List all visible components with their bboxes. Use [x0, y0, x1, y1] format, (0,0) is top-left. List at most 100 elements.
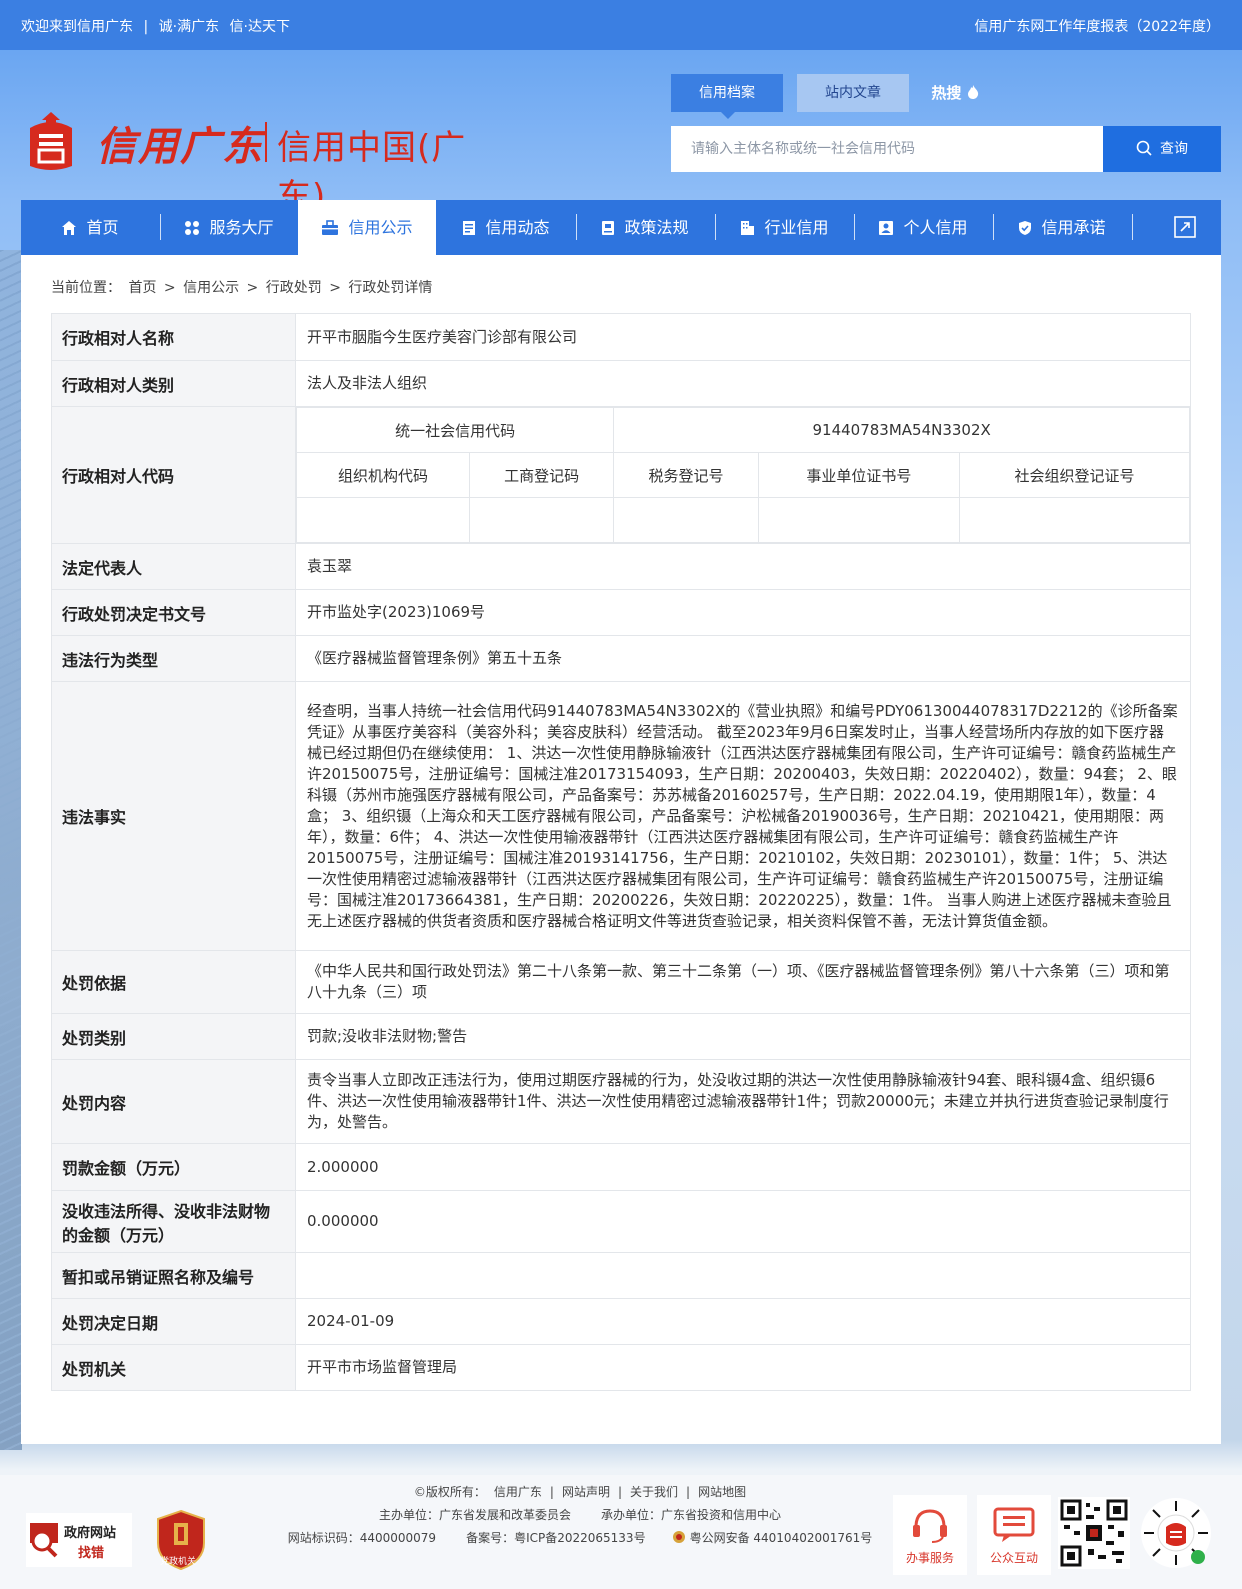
annual-report-link[interactable]: 信用广东网工作年度报表（2022年度） — [974, 16, 1220, 36]
table-row: 行政处罚决定书文号 开市监处字(2023)1069号 — [51, 589, 1191, 636]
breadcrumb-sep: > — [163, 280, 176, 296]
nav-label: 行业信用 — [764, 218, 829, 237]
qr-code-icon — [1058, 1497, 1130, 1569]
content-panel: 当前位置： 首页 > 信用公示 > 行政处罚 > 行政处罚详情 行政相对人名称 … — [21, 255, 1221, 1444]
nav-item-service-hall[interactable]: 服务大厅 — [160, 200, 298, 255]
codes-table: 统一社会信用代码 91440783MA54N3302X 组织机构代码 工商登记码… — [295, 407, 1190, 543]
chat-icon — [993, 1507, 1035, 1542]
slogan-2: 信·达天下 — [229, 19, 290, 35]
nav-item-credit-commitment[interactable]: 信用承诺 — [993, 200, 1131, 255]
tab-credit-archive[interactable]: 信用档案 — [671, 74, 783, 119]
grid-icon — [185, 221, 200, 235]
penalty-type-value: 罚款;没收非法财物;警告 — [295, 1013, 1191, 1060]
table-row: 处罚依据 《中华人民共和国行政处罚法》第二十八条第一款、第三十二条第（一）项、《… — [51, 950, 1191, 1014]
breadcrumb-home[interactable]: 首页 — [128, 280, 156, 296]
nav-item-industry-credit[interactable]: 行业信用 — [715, 200, 853, 255]
magnifier-icon — [30, 1523, 58, 1558]
interaction-button[interactable]: 公众互动 — [977, 1495, 1051, 1575]
code-header: 社会组织登记证号 — [959, 452, 1190, 498]
table-row: 罚款金额（万元） 2.000000 — [51, 1143, 1191, 1191]
code-value — [613, 497, 759, 543]
sep: | — [549, 1485, 554, 1499]
nav-separator — [1132, 214, 1133, 240]
nav-label: 信用公示 — [348, 218, 413, 237]
interaction-label: 公众互动 — [989, 1551, 1038, 1565]
code-header: 事业单位证书号 — [757, 452, 961, 498]
doc-no-value: 开市监处字(2023)1069号 — [295, 589, 1191, 636]
expand-icon[interactable] — [1173, 215, 1197, 239]
site-statement-link[interactable]: 网站声明 — [562, 1485, 610, 1499]
main-nav: 首页 服务大厅 信用公示 信用动态 政策法规 行业信用 个人信用 信用承诺 — [21, 200, 1221, 255]
headset-icon — [913, 1509, 947, 1543]
footer-line-1: ©版权所有： 信用广东 | 网站声明 | 关于我们 | 网站地图 — [260, 1481, 900, 1504]
gov-logo-text-2: 找错 — [78, 1546, 105, 1561]
violation-type-value: 《医疗器械监督管理条例》第五十五条 — [295, 635, 1191, 682]
table-row: 违法事实 经查明，当事人持统一社会信用代码91440783MA54N3302X的… — [51, 681, 1191, 951]
logo-divider — [265, 122, 267, 162]
legal-rep-value: 袁玉翠 — [295, 543, 1191, 590]
table-row: 行政相对人名称 开平市胭脂今生医疗美容门诊部有限公司 — [51, 313, 1191, 361]
search-button[interactable]: 查询 — [1103, 126, 1221, 172]
tab-site-articles[interactable]: 站内文章 — [797, 74, 909, 112]
about-us-link[interactable]: 关于我们 — [630, 1485, 678, 1499]
table-row: 处罚类别 罚款;没收非法财物;警告 — [51, 1013, 1191, 1060]
search-input[interactable] — [671, 126, 1103, 172]
tab-hot-search[interactable]: 热搜 — [925, 74, 985, 112]
host-org: 主办单位：广东省发展和改革委员会 — [378, 1508, 571, 1522]
breadcrumb-sep: > — [329, 280, 341, 296]
party-organ-logo[interactable]: 党政机关 — [154, 1509, 208, 1571]
search-box: 查询 — [671, 126, 1221, 172]
fine-value: 2.000000 — [295, 1143, 1191, 1191]
icp-record-link[interactable]: 备案号：粤ICP备2022065133号 — [466, 1531, 646, 1545]
undertaking-org: 承办单位：广东省投资和信用中心 — [601, 1508, 782, 1522]
table-row: 处罚决定日期 2024-01-09 — [51, 1298, 1191, 1345]
mini-program-code-icon — [1141, 1498, 1211, 1568]
sep: | — [686, 1485, 691, 1499]
penalty-content-value: 责令当事人立即改正违法行为，使用过期医疗器械的行为，处没收过期的洪达一次性使用静… — [295, 1059, 1191, 1144]
top-bar-welcome: 欢迎来到信用广东 | 诚·满广东 信·达天下 — [21, 16, 296, 36]
row-label: 行政相对人名称 — [51, 313, 296, 361]
public-security-record-link[interactable]: 粤公网安备 44010402001761号 — [690, 1531, 873, 1545]
confiscation-value: 0.000000 — [295, 1190, 1191, 1253]
row-label: 违法行为类型 — [51, 635, 296, 682]
footer: 政府网站 找错 党政机关 ©版权所有： 信用广东 | 网站声明 | 关于我们 | 网站地图 主… — [0, 1475, 1242, 1589]
table-row: 没收违法所得、没收非法财物的金额（万元） 0.000000 — [51, 1190, 1191, 1253]
row-label: 没收违法所得、没收非法财物的金额（万元） — [51, 1190, 296, 1253]
penalty-detail-table: 行政相对人名称 开平市胭脂今生医疗美容门诊部有限公司 行政相对人类别 法人及非法… — [51, 313, 1191, 1391]
license-value — [295, 1252, 1191, 1299]
flame-icon — [967, 85, 978, 99]
tab-label: 信用档案 — [699, 85, 755, 101]
gov-site-error-report-logo[interactable]: 政府网站 找错 — [26, 1513, 132, 1567]
uscc-value: 91440783MA54N3302X — [613, 407, 1190, 453]
shield-check-icon — [1019, 221, 1032, 235]
breadcrumb-admin-penalty[interactable]: 行政处罚 — [266, 280, 322, 296]
code-value — [468, 497, 615, 543]
nav-item-credit-news[interactable]: 信用动态 — [437, 200, 575, 255]
nav-label: 个人信用 — [903, 218, 968, 237]
code-value — [296, 497, 470, 543]
nav-item-personal-credit[interactable]: 个人信用 — [854, 200, 992, 255]
row-label: 行政处罚决定书文号 — [51, 589, 296, 636]
site-map-link[interactable]: 网站地图 — [698, 1485, 746, 1499]
entity-category-value: 法人及非法人组织 — [295, 360, 1191, 407]
copyright-owner-link[interactable]: 信用广东 — [494, 1485, 542, 1499]
tab-label: 热搜 — [931, 84, 962, 102]
nav-item-home[interactable]: 首页 — [21, 200, 159, 255]
table-row: 行政相对人代码 统一社会信用代码 91440783MA54N3302X 组织机构… — [51, 406, 1191, 544]
document-icon — [463, 221, 476, 235]
entity-name-value: 开平市胭脂今生医疗美容门诊部有限公司 — [295, 313, 1191, 361]
service-button[interactable]: 办事服务 — [893, 1495, 967, 1575]
nav-item-credit-disclosure[interactable]: 信用公示 — [298, 200, 436, 255]
active-tab-arrow — [721, 112, 735, 119]
breadcrumb-current: 行政处罚详情 — [348, 280, 433, 296]
credit-emblem-icon — [30, 112, 72, 170]
footer-line-3: 网站标识码：4400000079 备案号：粤ICP备2022065133号 粤公网安… — [260, 1527, 900, 1550]
breadcrumb-credit-disclosure[interactable]: 信用公示 — [183, 280, 239, 296]
code-value — [757, 497, 961, 543]
nav-item-policy[interactable]: 政策法规 — [576, 200, 714, 255]
table-row: 行政相对人类别 法人及非法人组织 — [51, 360, 1191, 407]
nav-label: 服务大厅 — [209, 218, 274, 237]
table-row: 暂扣或吊销证照名称及编号 — [51, 1252, 1191, 1299]
site-logo[interactable]: 信用广东 信用中国(广东) — [22, 108, 502, 217]
breadcrumb-prefix: 当前位置： — [51, 280, 121, 296]
